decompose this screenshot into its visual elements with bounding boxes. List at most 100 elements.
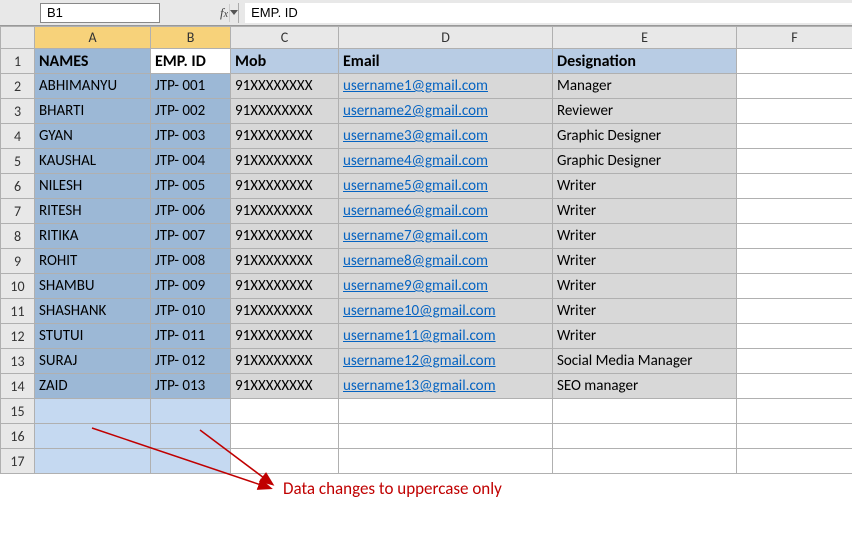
cell-empty[interactable] bbox=[737, 199, 852, 224]
cell-mob[interactable]: 91XXXXXXXX bbox=[231, 299, 339, 324]
cell-empty-sel[interactable] bbox=[35, 424, 151, 449]
cell-mob[interactable]: 91XXXXXXXX bbox=[231, 374, 339, 399]
col-header-A[interactable]: A bbox=[35, 27, 151, 49]
cell-designation[interactable]: Writer bbox=[553, 174, 737, 199]
cell-empty[interactable] bbox=[339, 424, 553, 449]
row-header[interactable]: 15 bbox=[1, 399, 35, 424]
cell-name[interactable]: ABHIMANYU bbox=[35, 74, 151, 99]
email-link[interactable]: username7@gmail.com bbox=[343, 227, 488, 245]
cell-mob[interactable]: 91XXXXXXXX bbox=[231, 324, 339, 349]
cell-empty[interactable] bbox=[737, 224, 852, 249]
cell-empid[interactable]: JTP- 003 bbox=[151, 124, 231, 149]
row-header[interactable]: 17 bbox=[1, 449, 35, 474]
name-box[interactable] bbox=[41, 5, 229, 20]
cell-name[interactable]: ROHIT bbox=[35, 249, 151, 274]
col-header-B[interactable]: B bbox=[151, 27, 231, 49]
row-header[interactable]: 6 bbox=[1, 174, 35, 199]
cell-empty[interactable] bbox=[553, 399, 737, 424]
cell-email[interactable]: username4@gmail.com bbox=[339, 149, 553, 174]
cell-mob[interactable]: 91XXXXXXXX bbox=[231, 174, 339, 199]
cell-mob[interactable]: 91XXXXXXXX bbox=[231, 224, 339, 249]
cell-empid[interactable]: JTP- 012 bbox=[151, 349, 231, 374]
cell-email[interactable]: username7@gmail.com bbox=[339, 224, 553, 249]
row-header[interactable]: 13 bbox=[1, 349, 35, 374]
cell-empty[interactable] bbox=[231, 424, 339, 449]
cell-designation[interactable]: Writer bbox=[553, 249, 737, 274]
cell-empty[interactable] bbox=[231, 399, 339, 424]
cell-empty-sel[interactable] bbox=[151, 399, 231, 424]
cell-empty[interactable] bbox=[231, 449, 339, 474]
row-header[interactable]: 7 bbox=[1, 199, 35, 224]
namebox-dropdown-icon[interactable] bbox=[229, 4, 238, 22]
cell-designation[interactable]: Writer bbox=[553, 324, 737, 349]
cell-empid[interactable]: JTP- 001 bbox=[151, 74, 231, 99]
cell-empid[interactable]: JTP- 007 bbox=[151, 224, 231, 249]
row-header[interactable]: 16 bbox=[1, 424, 35, 449]
row-header[interactable]: 2 bbox=[1, 74, 35, 99]
col-header-F[interactable]: F bbox=[737, 27, 852, 49]
cell-empty-sel[interactable] bbox=[35, 449, 151, 474]
cell-name[interactable]: STUTUI bbox=[35, 324, 151, 349]
cell-empty[interactable] bbox=[737, 74, 852, 99]
cell-name[interactable]: BHARTI bbox=[35, 99, 151, 124]
email-link[interactable]: username3@gmail.com bbox=[343, 127, 488, 145]
email-link[interactable]: username5@gmail.com bbox=[343, 177, 488, 195]
cell-mob[interactable]: 91XXXXXXXX bbox=[231, 274, 339, 299]
cell-empid[interactable]: JTP- 008 bbox=[151, 249, 231, 274]
cell-empty-sel[interactable] bbox=[151, 424, 231, 449]
select-all-corner[interactable] bbox=[1, 27, 35, 49]
cell-name[interactable]: RITIKA bbox=[35, 224, 151, 249]
cell-designation[interactable]: Graphic Designer bbox=[553, 149, 737, 174]
email-link[interactable]: username4@gmail.com bbox=[343, 152, 488, 170]
cell-E1[interactable]: Designation bbox=[553, 49, 737, 74]
cell-designation[interactable]: Social Media Manager bbox=[553, 349, 737, 374]
cell-empty[interactable] bbox=[737, 349, 852, 374]
row-header[interactable]: 4 bbox=[1, 124, 35, 149]
cell-email[interactable]: username2@gmail.com bbox=[339, 99, 553, 124]
cell-mob[interactable]: 91XXXXXXXX bbox=[231, 124, 339, 149]
cell-name[interactable]: RITESH bbox=[35, 199, 151, 224]
email-link[interactable]: username13@gmail.com bbox=[343, 377, 496, 395]
cell-empid[interactable]: JTP- 006 bbox=[151, 199, 231, 224]
email-link[interactable]: username1@gmail.com bbox=[343, 77, 488, 95]
cell-mob[interactable]: 91XXXXXXXX bbox=[231, 99, 339, 124]
cell-designation[interactable]: Graphic Designer bbox=[553, 124, 737, 149]
cell-D1[interactable]: Email bbox=[339, 49, 553, 74]
cell-empid[interactable]: JTP- 002 bbox=[151, 99, 231, 124]
email-link[interactable]: username6@gmail.com bbox=[343, 202, 488, 220]
cell-F1[interactable] bbox=[737, 49, 852, 74]
row-header[interactable]: 1 bbox=[1, 49, 35, 74]
email-link[interactable]: username10@gmail.com bbox=[343, 302, 496, 320]
cell-designation[interactable]: Writer bbox=[553, 299, 737, 324]
cell-email[interactable]: username1@gmail.com bbox=[339, 74, 553, 99]
cell-name[interactable]: SHASHANK bbox=[35, 299, 151, 324]
cell-designation[interactable]: Manager bbox=[553, 74, 737, 99]
cell-empty[interactable] bbox=[737, 274, 852, 299]
email-link[interactable]: username8@gmail.com bbox=[343, 252, 488, 270]
formula-bar[interactable] bbox=[245, 3, 852, 23]
cell-name[interactable]: NILESH bbox=[35, 174, 151, 199]
cell-email[interactable]: username5@gmail.com bbox=[339, 174, 553, 199]
cell-email[interactable]: username6@gmail.com bbox=[339, 199, 553, 224]
row-header[interactable]: 11 bbox=[1, 299, 35, 324]
cell-designation[interactable]: Writer bbox=[553, 274, 737, 299]
cell-empty[interactable] bbox=[553, 449, 737, 474]
cell-designation[interactable]: Writer bbox=[553, 199, 737, 224]
cell-empid[interactable]: JTP- 004 bbox=[151, 149, 231, 174]
cell-mob[interactable]: 91XXXXXXXX bbox=[231, 249, 339, 274]
email-link[interactable]: username11@gmail.com bbox=[343, 327, 496, 345]
cell-designation[interactable]: Reviewer bbox=[553, 99, 737, 124]
cell-empid[interactable]: JTP- 005 bbox=[151, 174, 231, 199]
cell-C1[interactable]: Mob bbox=[231, 49, 339, 74]
cell-empty[interactable] bbox=[553, 424, 737, 449]
cell-empty[interactable] bbox=[737, 99, 852, 124]
cell-empid[interactable]: JTP- 009 bbox=[151, 274, 231, 299]
cell-empty[interactable] bbox=[339, 399, 553, 424]
cell-empty[interactable] bbox=[737, 299, 852, 324]
cell-mob[interactable]: 91XXXXXXXX bbox=[231, 74, 339, 99]
cell-email[interactable]: username3@gmail.com bbox=[339, 124, 553, 149]
cell-empid[interactable]: JTP- 010 bbox=[151, 299, 231, 324]
cell-empty-sel[interactable] bbox=[35, 399, 151, 424]
email-link[interactable]: username9@gmail.com bbox=[343, 277, 488, 295]
cell-empty[interactable] bbox=[737, 449, 852, 474]
